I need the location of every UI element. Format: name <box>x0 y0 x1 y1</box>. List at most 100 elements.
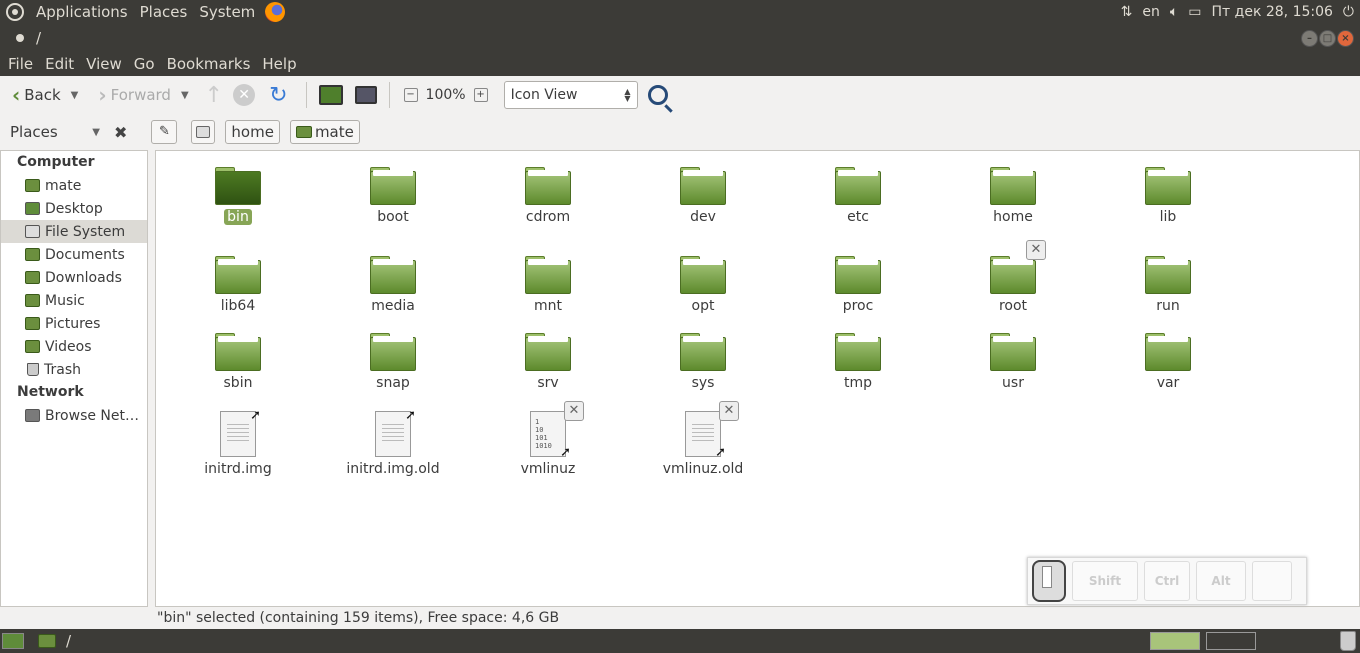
stop-icon[interactable]: ✕ <box>233 84 256 106</box>
sidebar-item-trash[interactable]: Trash <box>1 358 147 381</box>
icon-wrap <box>525 333 571 371</box>
close-sidebar-icon[interactable]: ✖ <box>114 123 127 142</box>
breadcrumb-root[interactable] <box>191 120 216 144</box>
item-label: sbin <box>223 375 253 391</box>
network-updown-icon[interactable]: ⇅ <box>1121 4 1133 20</box>
menu-edit[interactable]: Edit <box>39 55 80 73</box>
sidebar-item-documents[interactable]: Documents <box>1 243 147 266</box>
folder-item[interactable]: usr <box>953 333 1073 391</box>
file-icon-view[interactable]: bin boot cdrom dev etc home lib lib64 media mnt op… <box>155 150 1360 607</box>
workspace-2[interactable] <box>1206 632 1256 650</box>
computer-icon[interactable] <box>354 86 377 104</box>
back-button[interactable]: ‹ Back ▼ <box>8 80 82 110</box>
folder-icon <box>990 167 1036 205</box>
file-item[interactable]: 1 10 101 1010 ➚ ✕ vmlinuz <box>488 401 608 477</box>
maximize-button[interactable]: □ <box>1319 30 1336 47</box>
folder-icon <box>835 333 881 371</box>
sidebar-item-music[interactable]: Music <box>1 289 147 312</box>
breadcrumb-home[interactable]: home <box>225 120 280 144</box>
keyboard-layout[interactable]: en <box>1142 4 1160 20</box>
clock[interactable]: Пт дек 28, 15:06 <box>1212 4 1333 20</box>
firefox-launcher-icon[interactable] <box>265 2 286 22</box>
sidebar-item-file-system[interactable]: File System <box>1 220 147 243</box>
sidebar-item-videos[interactable]: Videos <box>1 335 147 358</box>
folder-item[interactable]: lib <box>1108 167 1228 225</box>
zoom-out-button[interactable]: − <box>403 88 418 102</box>
folder-item[interactable]: lib64 <box>178 256 298 314</box>
reload-icon[interactable]: ↻ <box>269 83 287 108</box>
item-label: proc <box>842 298 874 314</box>
folder-item[interactable]: bin <box>178 167 298 225</box>
edit-location-button[interactable]: ✎ <box>151 120 178 144</box>
menu-go[interactable]: Go <box>128 55 161 73</box>
ubuntu-logo-icon[interactable] <box>6 3 24 21</box>
menu-file[interactable]: File <box>2 55 39 73</box>
folder-item[interactable]: snap <box>333 333 453 391</box>
folder-item[interactable]: run <box>1108 256 1228 314</box>
folder-item[interactable]: etc <box>798 167 918 225</box>
folder-item[interactable]: home <box>953 167 1073 225</box>
folder-item[interactable]: srv <box>488 333 608 391</box>
close-button[interactable]: × <box>1337 30 1354 47</box>
sidebar-heading-computer: Computer <box>17 154 95 170</box>
item-label: root <box>998 298 1028 314</box>
folder-item[interactable]: sbin <box>178 333 298 391</box>
places-menu[interactable]: Places <box>134 0 194 24</box>
sidebar-pane-select[interactable]: Places ▼ <box>10 123 100 141</box>
folder-icon <box>25 294 40 307</box>
workspace-1[interactable] <box>1150 632 1200 650</box>
taskbar-item[interactable]: / <box>38 632 71 650</box>
folder-item[interactable]: proc <box>798 256 918 314</box>
menu-view[interactable]: View <box>80 55 128 73</box>
zoom-level[interactable]: 100% <box>426 87 466 103</box>
icon-wrap <box>990 167 1036 205</box>
power-icon[interactable]: ⏻ <box>1343 4 1354 20</box>
forward-button[interactable]: › Forward ▼ <box>94 80 192 110</box>
file-item[interactable]: ➚ initrd.img.old <box>333 408 453 477</box>
window-titlebar[interactable]: / – □ × <box>0 24 1360 52</box>
menu-bookmarks[interactable]: Bookmarks <box>161 55 257 73</box>
view-mode-select[interactable]: Icon View ▲ ▼ <box>503 81 638 109</box>
sidebar-item-browse-network[interactable]: Browse Net… <box>1 404 147 427</box>
symlink-arrow-icon: ➚ <box>405 408 416 423</box>
folder-item[interactable]: sys <box>643 333 763 391</box>
icon-wrap: ➚ ✕ <box>685 401 739 460</box>
folder-item[interactable]: ✕ root <box>953 240 1073 314</box>
icon-wrap: ➚ <box>375 408 416 457</box>
system-menu[interactable]: System <box>193 0 261 24</box>
folder-item[interactable]: dev <box>643 167 763 225</box>
window-menu-icon[interactable] <box>16 34 24 42</box>
volume-icon[interactable]: 🔈︎ <box>1170 4 1178 20</box>
zoom-in-button[interactable]: + <box>473 88 488 102</box>
up-arrow-icon[interactable]: ↑ <box>205 83 223 108</box>
item-label: initrd.img.old <box>346 461 440 477</box>
applications-menu[interactable]: Applications <box>30 0 134 24</box>
forward-history-dropdown-icon[interactable]: ▼ <box>181 90 189 101</box>
text-file-icon: ➚ <box>685 411 726 460</box>
file-item[interactable]: ➚ ✕ vmlinuz.old <box>643 401 763 477</box>
sidebar-item-downloads[interactable]: Downloads <box>1 266 147 289</box>
folder-item[interactable]: media <box>333 256 453 314</box>
home-icon[interactable] <box>318 85 343 105</box>
back-history-dropdown-icon[interactable]: ▼ <box>71 90 79 101</box>
breadcrumb-mate[interactable]: mate <box>289 120 360 144</box>
minimize-button[interactable]: – <box>1301 30 1318 47</box>
no-access-emblem-icon: ✕ <box>719 401 739 421</box>
file-item[interactable]: ➚ initrd.img <box>178 408 298 477</box>
sidebar-item-pictures[interactable]: Pictures <box>1 312 147 335</box>
folder-item[interactable]: boot <box>333 167 453 225</box>
folder-item[interactable]: mnt <box>488 256 608 314</box>
trash-icon[interactable] <box>1340 631 1356 651</box>
show-desktop-icon[interactable] <box>2 633 24 649</box>
folder-item[interactable]: cdrom <box>488 167 608 225</box>
sidebar-item-desktop[interactable]: Desktop <box>1 197 147 220</box>
folder-item[interactable]: opt <box>643 256 763 314</box>
no-access-emblem-icon: ✕ <box>1026 240 1046 260</box>
battery-icon[interactable]: ▭ <box>1188 4 1201 20</box>
folder-item[interactable]: var <box>1108 333 1228 391</box>
menu-help[interactable]: Help <box>256 55 302 73</box>
search-icon[interactable] <box>647 85 668 105</box>
sidebar-item-mate[interactable]: mate <box>1 174 147 197</box>
folder-item[interactable]: tmp <box>798 333 918 391</box>
folder-icon <box>525 167 571 205</box>
